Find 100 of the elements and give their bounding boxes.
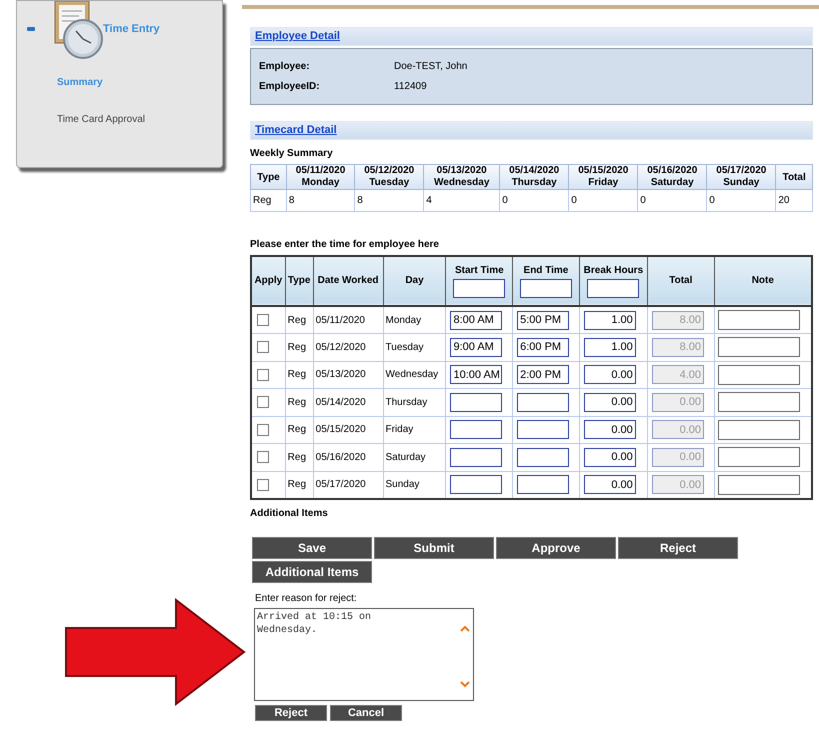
table-cell: 0 bbox=[568, 190, 638, 212]
action-button[interactable]: Additional Items bbox=[252, 560, 372, 582]
table-cell: 05/11/2020 bbox=[313, 306, 384, 334]
time-field[interactable] bbox=[517, 475, 570, 494]
checkbox[interactable] bbox=[257, 341, 269, 354]
column-header: 05/17/2020 Sunday bbox=[706, 164, 776, 190]
column-header: 05/16/2020 Saturday bbox=[638, 164, 707, 190]
time-field[interactable]: 0.00 bbox=[584, 475, 636, 494]
reason-field[interactable]: Arrived at 10:15 on Wednesday. bbox=[254, 608, 474, 700]
arrow-icon bbox=[64, 598, 246, 706]
action-button[interactable]: Reject bbox=[618, 536, 738, 558]
column-header: 05/12/2020 Tuesday bbox=[354, 164, 424, 190]
time-field[interactable] bbox=[517, 392, 570, 412]
note-field[interactable] bbox=[718, 447, 800, 468]
time-field[interactable]: 9:00 AM bbox=[450, 338, 502, 357]
time-field[interactable] bbox=[450, 392, 502, 412]
column-header: End Time bbox=[524, 264, 568, 276]
table-cell: Reg bbox=[285, 334, 314, 361]
column-header: 05/15/2020 Friday bbox=[568, 164, 638, 190]
table-cell: Wednesday bbox=[383, 361, 446, 388]
note-field[interactable] bbox=[718, 420, 800, 440]
column-header: Break Hours bbox=[584, 264, 644, 276]
column-header: Total bbox=[669, 275, 692, 287]
table-cell: Reg bbox=[285, 361, 314, 388]
column-header: Type bbox=[250, 164, 286, 190]
note-field[interactable] bbox=[718, 310, 800, 330]
checkbox[interactable] bbox=[257, 451, 269, 464]
column-header: Total bbox=[776, 164, 812, 190]
table-cell: Thursday bbox=[383, 388, 446, 416]
table-cell: 05/14/2020 bbox=[313, 388, 384, 416]
section-subtitle: Weekly Summary bbox=[250, 147, 334, 161]
checkbox[interactable] bbox=[257, 478, 269, 490]
column-header: Apply bbox=[254, 275, 282, 287]
time-field[interactable]: 0.00 bbox=[584, 392, 636, 412]
table-cell: 4 bbox=[424, 190, 500, 212]
nav-item[interactable]: Time Card Approval bbox=[57, 112, 222, 127]
time-field[interactable] bbox=[450, 448, 502, 467]
table-cell: Reg bbox=[285, 444, 314, 471]
column-header: Type bbox=[288, 275, 310, 287]
checkbox[interactable] bbox=[257, 368, 269, 381]
time-field[interactable]: 2:00 PM bbox=[517, 365, 570, 384]
column-header: Start Time bbox=[454, 264, 504, 276]
field-label: Employee: bbox=[259, 60, 311, 74]
section-link[interactable]: Timecard Detail bbox=[255, 122, 337, 139]
scroll-down-icon[interactable] bbox=[460, 680, 470, 688]
time-field[interactable]: 8:00 AM bbox=[450, 310, 502, 330]
table-cell: Monday bbox=[383, 306, 446, 334]
table-cell: 8 bbox=[286, 190, 355, 212]
time-field[interactable]: 5:00 PM bbox=[517, 310, 570, 330]
table-title: Please enter the time for employee here bbox=[250, 238, 440, 252]
time-field[interactable] bbox=[450, 420, 502, 440]
action-button[interactable]: Cancel bbox=[330, 704, 402, 720]
table-cell: Reg bbox=[285, 416, 314, 444]
column-header: 05/13/2020 Wednesday bbox=[424, 164, 500, 190]
time-field[interactable]: 1.00 bbox=[584, 310, 636, 330]
time-field[interactable]: 0.00 bbox=[584, 448, 636, 467]
field-value: 112409 bbox=[394, 80, 427, 94]
checkbox[interactable] bbox=[257, 424, 269, 436]
time-field[interactable]: 10:00 AM bbox=[450, 365, 502, 384]
field-label: EmployeeID: bbox=[259, 80, 321, 94]
note-field[interactable] bbox=[718, 337, 800, 358]
time-field[interactable]: 0.00 bbox=[584, 365, 636, 384]
table-cell: Friday bbox=[383, 416, 446, 444]
header-field[interactable] bbox=[453, 278, 506, 298]
table-cell: Sunday bbox=[383, 471, 446, 498]
column-header: Note bbox=[752, 275, 774, 287]
action-button[interactable]: Approve bbox=[496, 536, 616, 558]
scroll-up-icon[interactable] bbox=[460, 624, 470, 632]
table-cell: Reg bbox=[285, 388, 314, 416]
note-field[interactable] bbox=[718, 364, 800, 385]
table-cell: 8 bbox=[354, 190, 424, 212]
action-button[interactable]: Reject bbox=[255, 704, 327, 720]
checkbox[interactable] bbox=[257, 314, 269, 326]
table-cell: Tuesday bbox=[383, 334, 446, 361]
field-value: Doe-TEST, John bbox=[394, 60, 468, 74]
table-cell: Reg bbox=[250, 190, 286, 212]
action-button[interactable]: Submit bbox=[374, 536, 494, 558]
table-cell: 05/15/2020 bbox=[313, 416, 384, 444]
table-cell: 05/17/2020 bbox=[313, 471, 384, 498]
table-cell: Saturday bbox=[383, 444, 446, 471]
note-field[interactable] bbox=[718, 474, 800, 494]
action-button[interactable]: Save bbox=[252, 536, 372, 558]
header-field[interactable] bbox=[587, 278, 640, 298]
column-header: Day bbox=[405, 275, 424, 287]
collapse-icon[interactable] bbox=[27, 27, 35, 31]
note-field[interactable] bbox=[718, 392, 800, 412]
time-field[interactable] bbox=[517, 420, 570, 440]
table-cell: 0 bbox=[638, 190, 707, 212]
table-cell: 05/12/2020 bbox=[313, 334, 384, 361]
checkbox[interactable] bbox=[257, 396, 269, 408]
table-cell: 05/13/2020 bbox=[313, 361, 384, 388]
header-field[interactable] bbox=[520, 278, 572, 298]
time-field[interactable] bbox=[450, 475, 502, 494]
table-cell: Reg bbox=[285, 306, 314, 334]
time-field[interactable]: 1.00 bbox=[584, 338, 636, 357]
time-field[interactable] bbox=[517, 448, 570, 467]
section-link[interactable]: Employee Detail bbox=[255, 28, 340, 45]
time-field[interactable]: 0.00 bbox=[584, 420, 636, 440]
time-field[interactable]: 6:00 PM bbox=[517, 338, 570, 357]
column-header: 05/11/2020 Monday bbox=[286, 164, 355, 190]
